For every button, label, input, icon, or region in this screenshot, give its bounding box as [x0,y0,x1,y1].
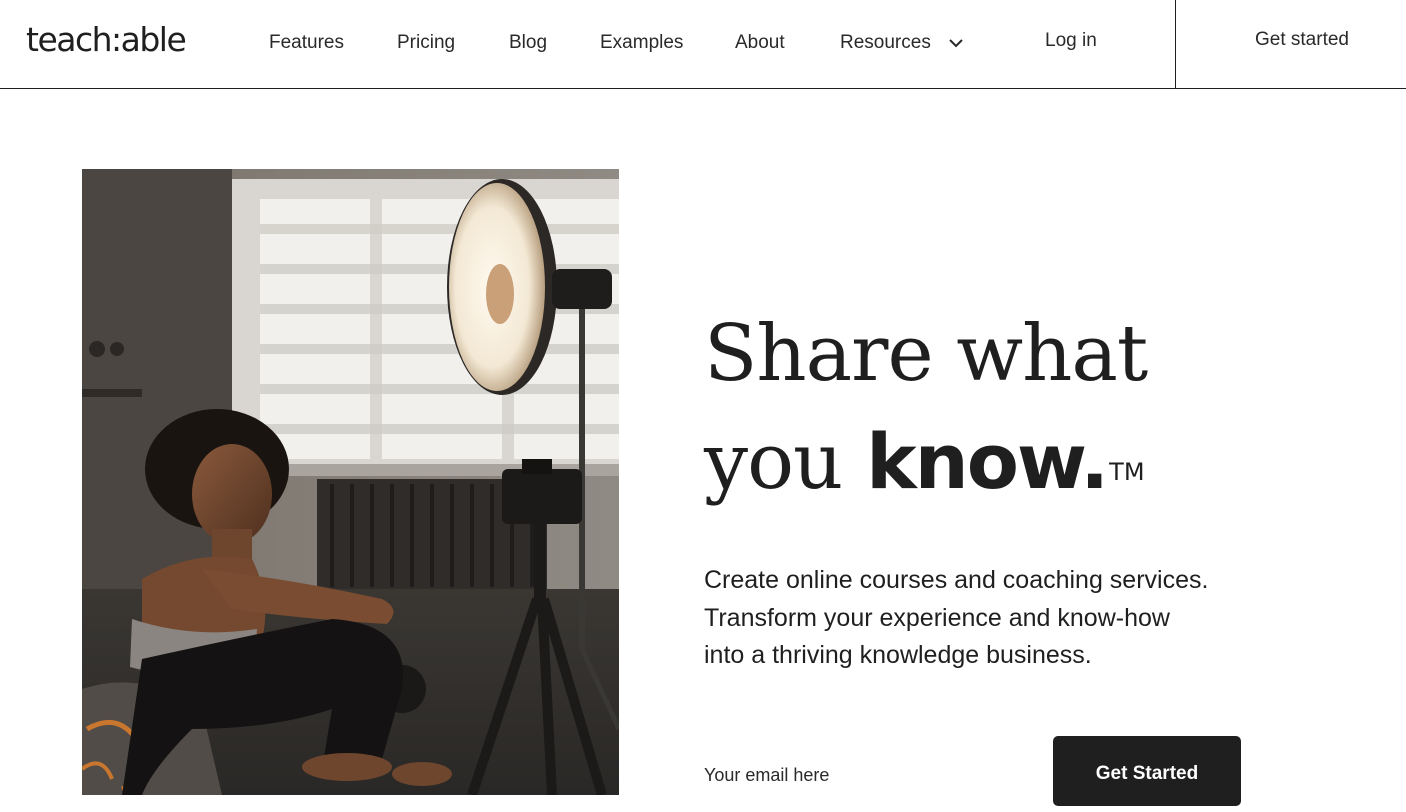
get-started-button[interactable]: Get Started [1053,736,1241,806]
teachable-logo[interactable]: teach:able [26,19,187,61]
nav-features[interactable]: Features [269,29,344,57]
hero-image [82,169,619,795]
nav-blog[interactable]: Blog [509,29,547,57]
trademark-symbol: TM [1109,458,1145,486]
hero-headline: Share what you know.TM [704,300,1264,516]
nav-pricing[interactable]: Pricing [397,29,455,57]
headline-line1: Share what [704,309,1148,399]
site-header: teach:able Features Pricing Blog Example… [0,0,1406,89]
nav-resources[interactable]: Resources [840,29,931,57]
login-link[interactable]: Log in [1045,27,1097,55]
email-input[interactable] [704,758,1034,792]
hero-subtext: Create online courses and coaching servi… [704,566,1209,669]
headline-line2-prefix: you [704,417,867,507]
nav-about[interactable]: About [735,29,785,57]
headline-bold-word: know. [866,417,1109,506]
chevron-down-icon[interactable] [948,37,964,49]
nav-examples[interactable]: Examples [600,29,683,57]
get-started-header-button[interactable]: Get started [1176,0,1406,88]
